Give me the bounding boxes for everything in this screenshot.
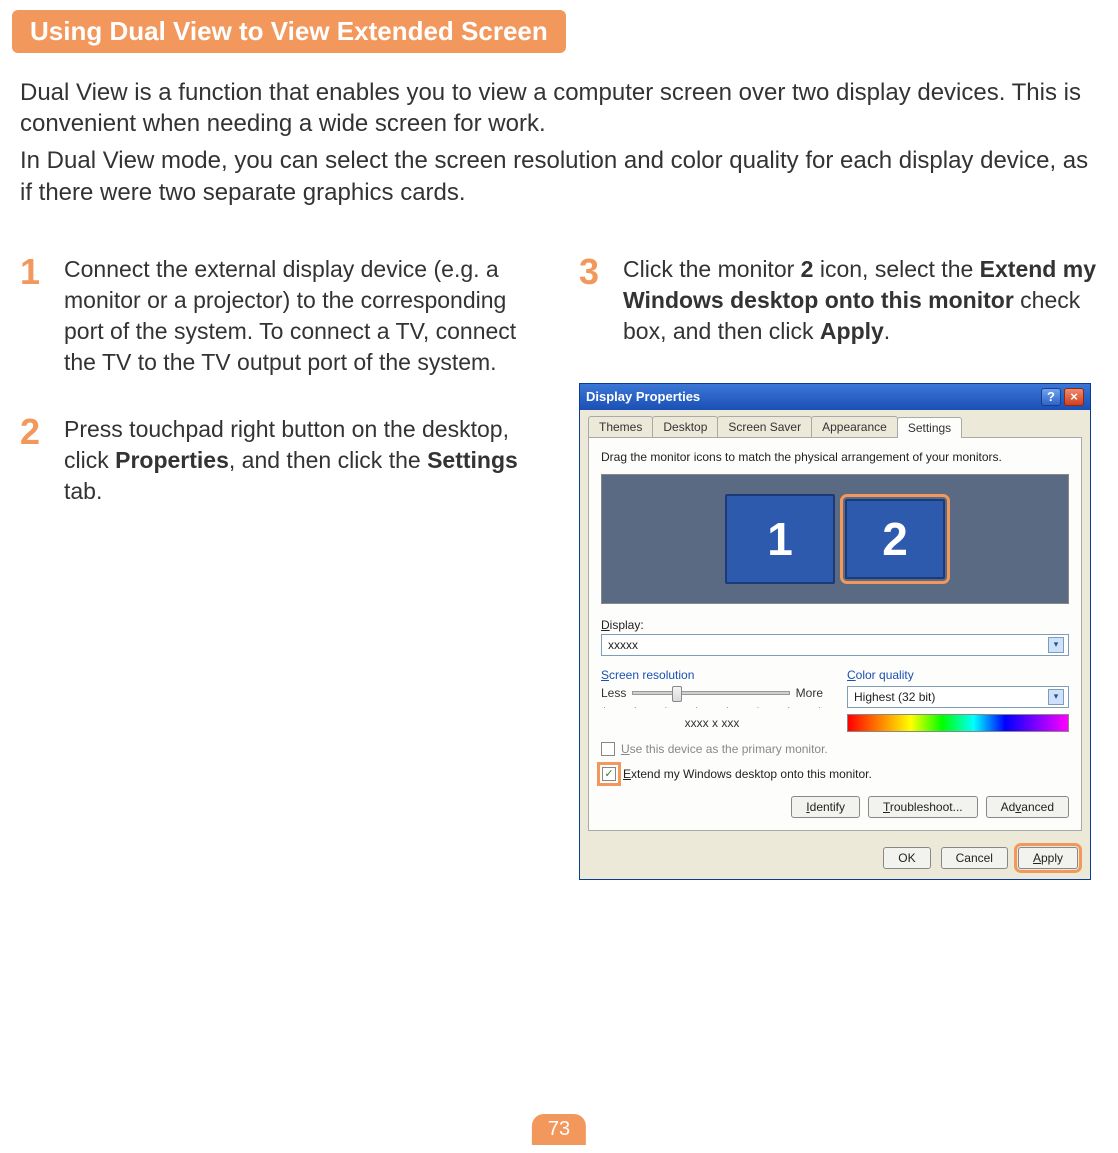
chevron-down-icon: ▾ (1048, 637, 1064, 653)
resolution-color-row: Screen resolution Less More ········ (601, 668, 1069, 732)
step-2: 2 Press touchpad right button on the des… (20, 414, 539, 507)
slider-less: Less (601, 686, 626, 700)
slider-ticks: ········ (601, 700, 823, 712)
drag-instruction: Drag the monitor icons to match the phys… (601, 450, 1069, 464)
resolution-slider[interactable] (632, 691, 789, 695)
titlebar[interactable]: Display Properties ? × (580, 384, 1090, 410)
display-properties-window: Display Properties ? × Themes Desktop Sc… (579, 383, 1091, 880)
extend-desktop-checkbox[interactable]: ✓ (602, 767, 616, 781)
page-number: 73 (532, 1114, 586, 1145)
tab-settings[interactable]: Settings (897, 417, 962, 438)
monitor-1[interactable]: 1 (725, 494, 835, 584)
identify-button[interactable]: Identify (791, 796, 860, 818)
columns: 1 Connect the external display device (e… (0, 224, 1118, 880)
advanced-button[interactable]: Advanced (986, 796, 1069, 818)
tab-themes[interactable]: Themes (588, 416, 653, 437)
tab-strip: Themes Desktop Screen Saver Appearance S… (580, 410, 1090, 437)
panel-button-row: Identify Troubleshoot... Advanced (601, 796, 1069, 818)
resolution-slider-row: Less More (601, 686, 823, 700)
section-header: Using Dual View to View Extended Screen (12, 10, 566, 53)
step-1-number: 1 (20, 248, 40, 297)
primary-monitor-checkbox (601, 742, 615, 756)
resolution-label: Screen resolution (601, 668, 823, 682)
primary-monitor-row: Use this device as the primary monitor. (601, 742, 1069, 756)
cancel-button[interactable]: Cancel (941, 847, 1008, 869)
intro-p1: Dual View is a function that enables you… (20, 77, 1098, 139)
step-3-post: . (884, 318, 890, 344)
step-3-mid1: icon, select the (813, 256, 979, 282)
step-2-number: 2 (20, 408, 40, 457)
monitor-area: 1 2 (601, 474, 1069, 604)
step-2-post: tab. (64, 478, 102, 504)
extend-desktop-row: ✓ Extend my Windows desktop onto this mo… (601, 766, 1069, 782)
step-2-mid: , and then click the (229, 447, 427, 473)
step-1-text: Connect the external display device (e.g… (64, 256, 516, 375)
color-quality-label: Color quality (847, 668, 1069, 682)
right-column: 3 Click the monitor 2 icon, select the E… (579, 254, 1098, 880)
resolution-value: xxxx x xxx (601, 716, 823, 730)
display-label: Display: (601, 618, 1069, 632)
color-spectrum (847, 714, 1069, 732)
primary-monitor-label: Use this device as the primary monitor. (621, 742, 828, 756)
close-icon: × (1070, 390, 1078, 403)
color-quality-value: Highest (32 bit) (854, 690, 935, 704)
monitor-2[interactable]: 2 (845, 499, 945, 579)
intro-block: Dual View is a function that enables you… (0, 53, 1118, 224)
step-3-b1: 2 (801, 256, 814, 282)
close-button[interactable]: × (1064, 388, 1084, 406)
dialog-button-row: OK Cancel Apply (580, 839, 1090, 879)
step-3: 3 Click the monitor 2 icon, select the E… (579, 254, 1098, 347)
left-column: 1 Connect the external display device (e… (20, 254, 539, 880)
troubleshoot-button[interactable]: Troubleshoot... (868, 796, 978, 818)
display-value: xxxxx (608, 638, 638, 652)
step-3-number: 3 (579, 248, 599, 297)
step-2-b2: Settings (427, 447, 518, 473)
tab-appearance[interactable]: Appearance (811, 416, 898, 437)
step-1: 1 Connect the external display device (e… (20, 254, 539, 378)
step-3-b3: Apply (820, 318, 884, 344)
chevron-down-icon: ▾ (1048, 689, 1064, 705)
slider-thumb[interactable] (672, 686, 682, 702)
ok-button[interactable]: OK (883, 847, 930, 869)
help-icon: ? (1047, 390, 1055, 403)
resolution-group: Screen resolution Less More ········ (601, 668, 823, 732)
tab-screensaver[interactable]: Screen Saver (717, 416, 812, 437)
window-title: Display Properties (586, 389, 700, 404)
slider-more: More (796, 686, 823, 700)
titlebar-buttons: ? × (1041, 388, 1084, 406)
color-quality-dropdown[interactable]: Highest (32 bit) ▾ (847, 686, 1069, 708)
help-button[interactable]: ? (1041, 388, 1061, 406)
display-dropdown[interactable]: xxxxx ▾ (601, 634, 1069, 656)
settings-panel: Drag the monitor icons to match the phys… (588, 437, 1082, 831)
apply-button[interactable]: Apply (1018, 847, 1078, 869)
extend-desktop-label: Extend my Windows desktop onto this moni… (623, 767, 872, 781)
screenshot: Display Properties ? × Themes Desktop Sc… (579, 383, 1091, 880)
step-3-pre: Click the monitor (623, 256, 801, 282)
step-2-b1: Properties (115, 447, 229, 473)
color-quality-group: Color quality Highest (32 bit) ▾ (847, 668, 1069, 732)
intro-p2: In Dual View mode, you can select the sc… (20, 145, 1098, 207)
tab-desktop[interactable]: Desktop (652, 416, 718, 437)
